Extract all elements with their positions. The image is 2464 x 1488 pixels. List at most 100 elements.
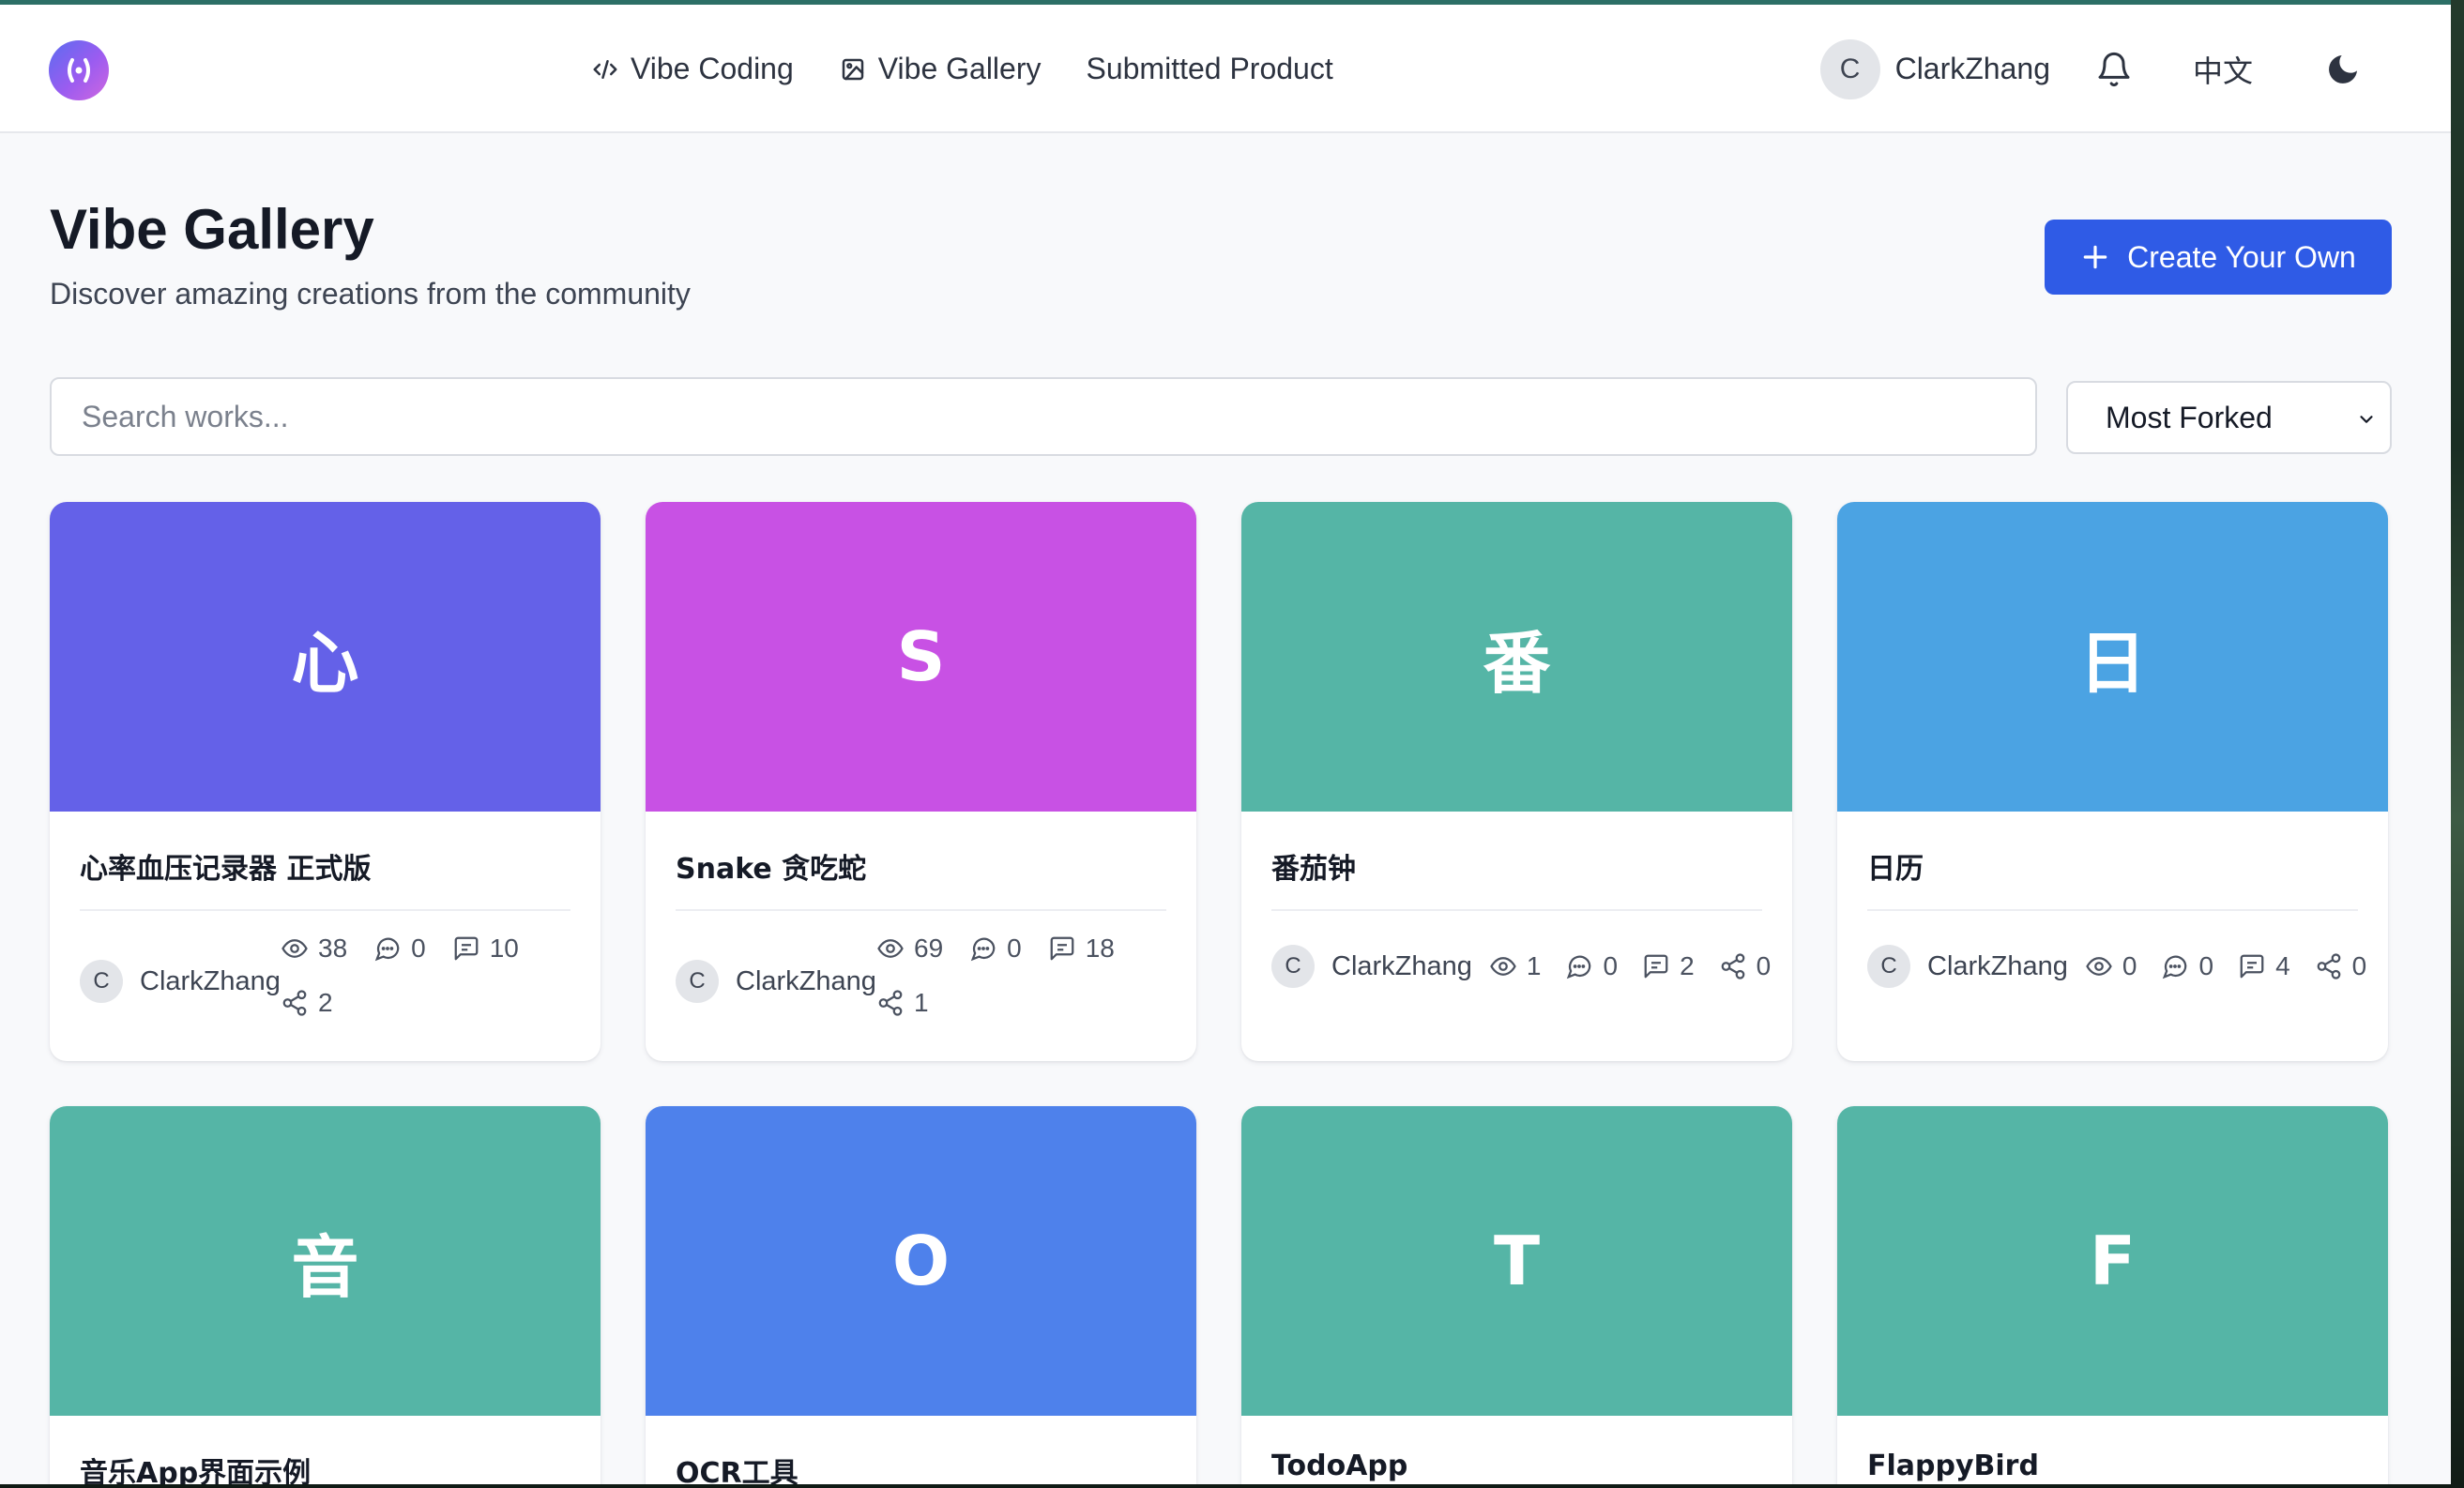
app-logo[interactable] <box>49 40 109 100</box>
main-nav: Vibe Coding Vibe Gallery Submitted Produ… <box>591 5 1333 133</box>
card-divider <box>80 909 570 911</box>
eye-icon <box>877 939 904 958</box>
gallery-card[interactable]: T TodoApp <box>1241 1106 1792 1484</box>
nav-submitted-product[interactable]: Submitted Product <box>1086 52 1332 86</box>
user-menu[interactable]: C ClarkZhang <box>1819 38 2050 99</box>
language-toggle[interactable]: 中文 <box>2193 48 2253 91</box>
search-input[interactable] <box>50 377 2037 456</box>
author-name: ClarkZhang <box>736 965 876 996</box>
messages-stat: 2 <box>1642 951 1695 981</box>
nav-vibe-coding[interactable]: Vibe Coding <box>591 52 794 86</box>
image-icon <box>842 58 864 80</box>
gallery-card[interactable]: 日 日历 C ClarkZhang 0 0 4 0 <box>1837 502 2388 1061</box>
card-title: Snake 贪吃蛇 <box>676 853 867 886</box>
card-thumbnail: O <box>646 1106 1196 1416</box>
views-stat: 38 <box>281 934 347 964</box>
views-stat: 69 <box>876 934 943 964</box>
sort-select[interactable]: Most Forked <box>2066 381 2392 454</box>
messages-count: 10 <box>489 934 519 963</box>
card-thumbnail: 音 <box>50 1106 601 1416</box>
views-stat: 1 <box>1489 951 1542 981</box>
forks-count: 0 <box>1756 951 1772 980</box>
card-title: TodoApp <box>1271 1450 1408 1482</box>
browser-window: Vibe Coding Vibe Gallery Submitted Produ… <box>0 0 2451 1484</box>
card-author: C ClarkZhang <box>1271 945 1472 988</box>
moon-icon[interactable] <box>2324 51 2362 88</box>
nav-submitted-product-label: Submitted Product <box>1086 52 1333 85</box>
card-thumbnail: S <box>646 502 1196 812</box>
views-count: 38 <box>318 934 348 963</box>
gallery-grid: 心 心率血压记录器 正式版 C ClarkZhang 38 0 10 2 S S… <box>50 502 2388 1484</box>
nav-vibe-coding-label: Vibe Coding <box>631 52 794 85</box>
views-count: 1 <box>1526 951 1542 980</box>
share-icon <box>2317 953 2341 979</box>
gallery-card[interactable]: S Snake 贪吃蛇 C ClarkZhang 69 0 18 1 <box>646 502 1196 1061</box>
card-meta: C ClarkZhang 1 0 2 0 <box>1271 945 1773 988</box>
bell-icon[interactable] <box>2095 51 2133 88</box>
forks-stat: 0 <box>2315 951 2367 981</box>
forks-count: 2 <box>318 988 333 1017</box>
user-avatar: C <box>1819 38 1880 99</box>
card-thumbnail-glyph: T <box>1493 1222 1541 1300</box>
card-stats: 69 0 18 1 <box>876 934 1139 1018</box>
card-stats: 1 0 2 0 <box>1489 951 1771 981</box>
code-icon <box>593 59 617 79</box>
comments-count: 0 <box>1007 934 1022 963</box>
comments-stat: 0 <box>969 934 1022 964</box>
author-avatar: C <box>1271 945 1315 988</box>
sort-selected-label: Most Forked <box>2106 400 2273 434</box>
nav-vibe-gallery-label: Vibe Gallery <box>877 52 1042 85</box>
nav-vibe-gallery[interactable]: Vibe Gallery <box>839 52 1042 86</box>
plus-icon <box>2083 245 2107 269</box>
card-author: C ClarkZhang <box>80 960 281 1003</box>
gallery-card[interactable]: O OCR工具 <box>646 1106 1196 1484</box>
comment-icon <box>970 937 996 962</box>
views-stat: 0 <box>2085 951 2137 981</box>
forks-count: 1 <box>914 988 929 1017</box>
card-title: 番茄钟 <box>1271 853 1356 886</box>
card-stats: 38 0 10 2 <box>281 934 543 1018</box>
gallery-card[interactable]: 心 心率血压记录器 正式版 C ClarkZhang 38 0 10 2 <box>50 502 601 1061</box>
forks-stat: 2 <box>281 988 333 1018</box>
chevron-down-icon <box>2360 416 2373 423</box>
forks-stat: 0 <box>1719 951 1772 981</box>
card-thumbnail-glyph: O <box>891 1222 951 1300</box>
messages-stat: 4 <box>2238 951 2290 981</box>
card-meta: C ClarkZhang 0 0 4 0 <box>1867 945 2369 988</box>
comments-count: 0 <box>411 934 426 963</box>
forks-stat: 1 <box>876 988 929 1018</box>
author-name: ClarkZhang <box>1331 950 1472 981</box>
comments-count: 0 <box>2198 951 2214 980</box>
user-name: ClarkZhang <box>1894 52 2050 85</box>
card-thumbnail: 心 <box>50 502 601 812</box>
messages-stat: 18 <box>1048 934 1115 964</box>
card-stats: 0 0 4 0 <box>2085 951 2366 981</box>
card-divider <box>1867 909 2358 911</box>
gallery-card[interactable]: F FlappyBird <box>1837 1106 2388 1484</box>
message-square-icon <box>454 936 479 961</box>
page-title: Vibe Gallery <box>50 198 374 261</box>
card-thumbnail-glyph: S <box>896 617 946 696</box>
card-thumbnail: T <box>1241 1106 1792 1416</box>
page-subtitle: Discover amazing creations from the comm… <box>50 277 691 311</box>
comments-stat: 0 <box>1565 951 1618 981</box>
message-square-icon <box>2240 954 2264 979</box>
eye-icon <box>1490 957 1516 976</box>
gallery-card[interactable]: 番 番茄钟 C ClarkZhang 1 0 2 0 <box>1241 502 1792 1061</box>
card-thumbnail: 番 <box>1241 502 1792 812</box>
gallery-card[interactable]: 音 音乐App界面示例 <box>50 1106 601 1484</box>
card-divider <box>676 909 1166 911</box>
forks-count: 0 <box>2351 951 2367 980</box>
card-author: C ClarkZhang <box>676 960 876 1003</box>
card-author: C ClarkZhang <box>1867 945 2068 988</box>
card-thumbnail: 日 <box>1837 502 2388 812</box>
share-icon <box>1721 953 1745 979</box>
card-title: FlappyBird <box>1867 1450 2039 1482</box>
views-count: 0 <box>2122 951 2137 980</box>
messages-count: 2 <box>1680 951 1695 980</box>
comments-stat: 0 <box>373 934 426 964</box>
comment-icon <box>2163 955 2187 979</box>
views-count: 69 <box>914 934 944 963</box>
create-your-own-label: Create Your Own <box>2127 239 2356 274</box>
create-your-own-button[interactable]: Create Your Own <box>2045 220 2392 295</box>
